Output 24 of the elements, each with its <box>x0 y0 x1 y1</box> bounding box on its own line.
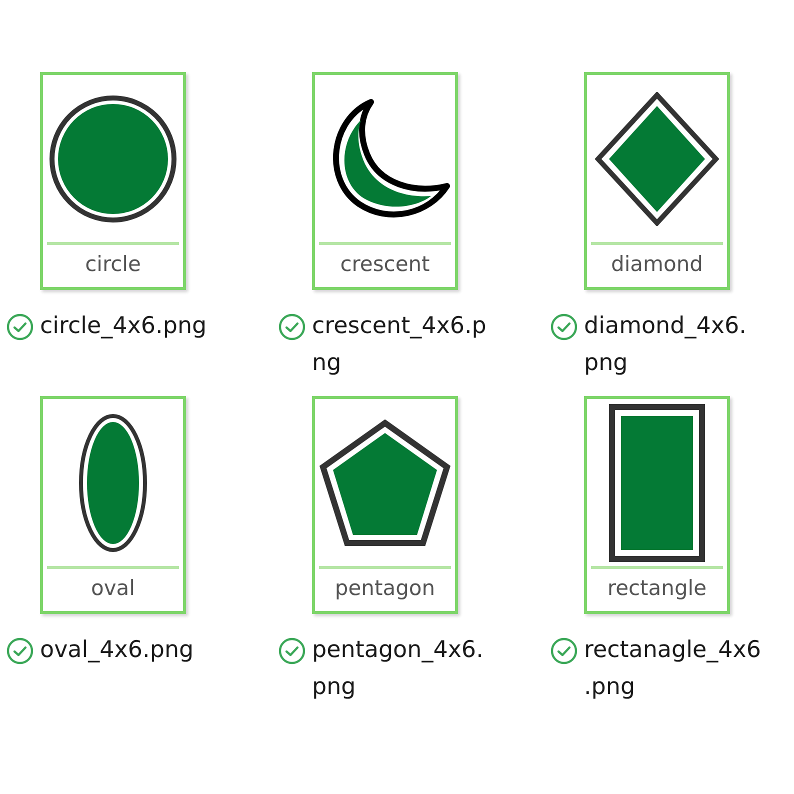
thumbnail-label: circle <box>85 251 141 277</box>
thumbnail-card[interactable]: crescent <box>312 72 458 290</box>
check-circle-icon <box>278 637 306 665</box>
thumbnail-label: pentagon <box>334 575 436 601</box>
check-circle-icon <box>278 313 306 341</box>
check-circle-icon <box>550 637 578 665</box>
file-name[interactable]: oval_4x6.png <box>40 632 194 669</box>
file-name[interactable]: circle_4x6.png <box>40 308 207 345</box>
thumbnail-card[interactable]: circle <box>40 72 186 290</box>
file-name[interactable]: pentagon_4x6. png <box>312 632 484 706</box>
thumbnail-card[interactable]: diamond <box>584 72 730 290</box>
thumbnail-label: rectangle <box>607 575 707 601</box>
thumbnail-label: crescent <box>340 251 430 277</box>
thumbnail-label: diamond <box>611 251 703 277</box>
thumbnail-card[interactable]: oval <box>40 396 186 614</box>
check-circle-icon <box>6 637 34 665</box>
thumbnail-card[interactable]: rectangle <box>584 396 730 614</box>
file-name[interactable]: diamond_4x6. png <box>584 308 746 382</box>
file-name[interactable]: rectanagle_4x6 .png <box>584 632 762 706</box>
thumbnail-card[interactable]: pentagon <box>312 396 458 614</box>
check-circle-icon <box>6 313 34 341</box>
thumbnail-label: oval <box>91 575 135 601</box>
check-circle-icon <box>550 313 578 341</box>
file-name[interactable]: crescent_4x6.p ng <box>312 308 486 382</box>
